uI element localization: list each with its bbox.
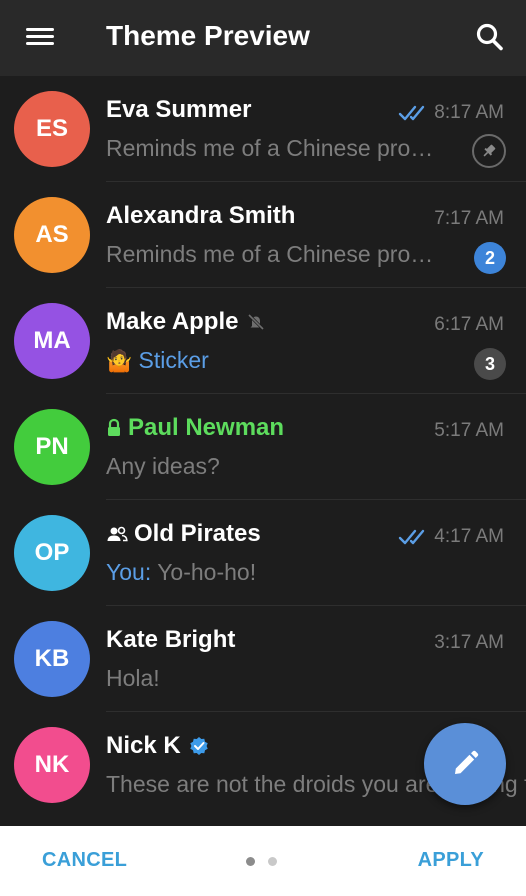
avatar: PN <box>14 409 90 485</box>
chat-name: Kate Bright <box>106 626 236 653</box>
double-check-icon <box>398 528 428 546</box>
chat-preview: Reminds me of a Chinese proverb: the bes… <box>106 135 442 161</box>
chat-time: 8:17 AM <box>398 102 504 124</box>
avatar: OP <box>14 515 90 591</box>
avatar: KB <box>14 621 90 697</box>
chat-name: Paul Newman <box>106 414 284 442</box>
avatar: NK <box>14 727 90 803</box>
group-icon <box>106 525 128 543</box>
chat-preview: 🤷 Sticker <box>106 347 209 373</box>
apply-button[interactable]: APPLY <box>418 849 484 872</box>
muted-icon <box>246 312 266 332</box>
page-indicator <box>246 857 277 866</box>
search-icon[interactable] <box>470 18 510 58</box>
verified-icon <box>189 736 209 756</box>
chat-time: 4:17 AM <box>398 526 504 548</box>
sticker-emoji: 🤷 <box>106 350 133 373</box>
unread-badge: 3 <box>474 348 506 380</box>
chat-name: Nick K <box>106 732 209 760</box>
page-title: Theme Preview <box>106 20 310 51</box>
unread-badge: 2 <box>474 242 506 274</box>
chat-time: 5:17 AM <box>434 420 504 441</box>
bottom-bar: CANCEL APPLY <box>0 826 526 896</box>
chat-list: ES Eva Summer 8:17 AM Reminds me of a Ch… <box>0 76 526 818</box>
cancel-button[interactable]: CANCEL <box>42 849 127 872</box>
chat-row-alexandra-smith[interactable]: AS Alexandra Smith 7:17 AM Reminds me of… <box>0 182 526 288</box>
chat-name: Alexandra Smith <box>106 202 296 229</box>
chat-name: Make Apple <box>106 308 266 336</box>
pencil-icon <box>448 747 482 781</box>
double-check-icon <box>398 104 428 122</box>
chat-row-make-apple[interactable]: MA Make Apple 6:17 AM 🤷 Sticker 3 <box>0 288 526 394</box>
chat-row-old-pirates[interactable]: OP Old Pirates 4:17 AM You: Yo-ho-ho! <box>0 500 526 606</box>
app-bar: Theme Preview <box>0 0 526 76</box>
page-dot <box>246 857 255 866</box>
chat-name: Old Pirates <box>106 520 261 548</box>
chat-row-kate-bright[interactable]: KB Kate Bright 3:17 AM Hola! <box>0 606 526 712</box>
chat-time: 6:17 AM <box>434 314 504 335</box>
chat-preview: Reminds me of a Chinese proverb: the bes… <box>106 241 442 267</box>
chat-time: 7:17 AM <box>434 208 504 229</box>
avatar: MA <box>14 303 90 379</box>
page-dot <box>268 857 277 866</box>
chat-row-paul-newman[interactable]: PN Paul Newman 5:17 AM Any ideas? <box>0 394 526 500</box>
menu-icon[interactable] <box>26 24 54 52</box>
avatar: ES <box>14 91 90 167</box>
chat-name: Eva Summer <box>106 96 252 123</box>
chat-preview: Any ideas? <box>106 453 220 479</box>
compose-button[interactable] <box>424 723 506 805</box>
avatar: AS <box>14 197 90 273</box>
chat-preview: Hola! <box>106 665 160 691</box>
lock-icon <box>106 418 122 438</box>
chat-time: 3:17 AM <box>434 632 504 653</box>
chat-row-eva-summer[interactable]: ES Eva Summer 8:17 AM Reminds me of a Ch… <box>0 76 526 182</box>
chat-preview: You: Yo-ho-ho! <box>106 559 257 585</box>
pin-icon <box>472 134 506 168</box>
